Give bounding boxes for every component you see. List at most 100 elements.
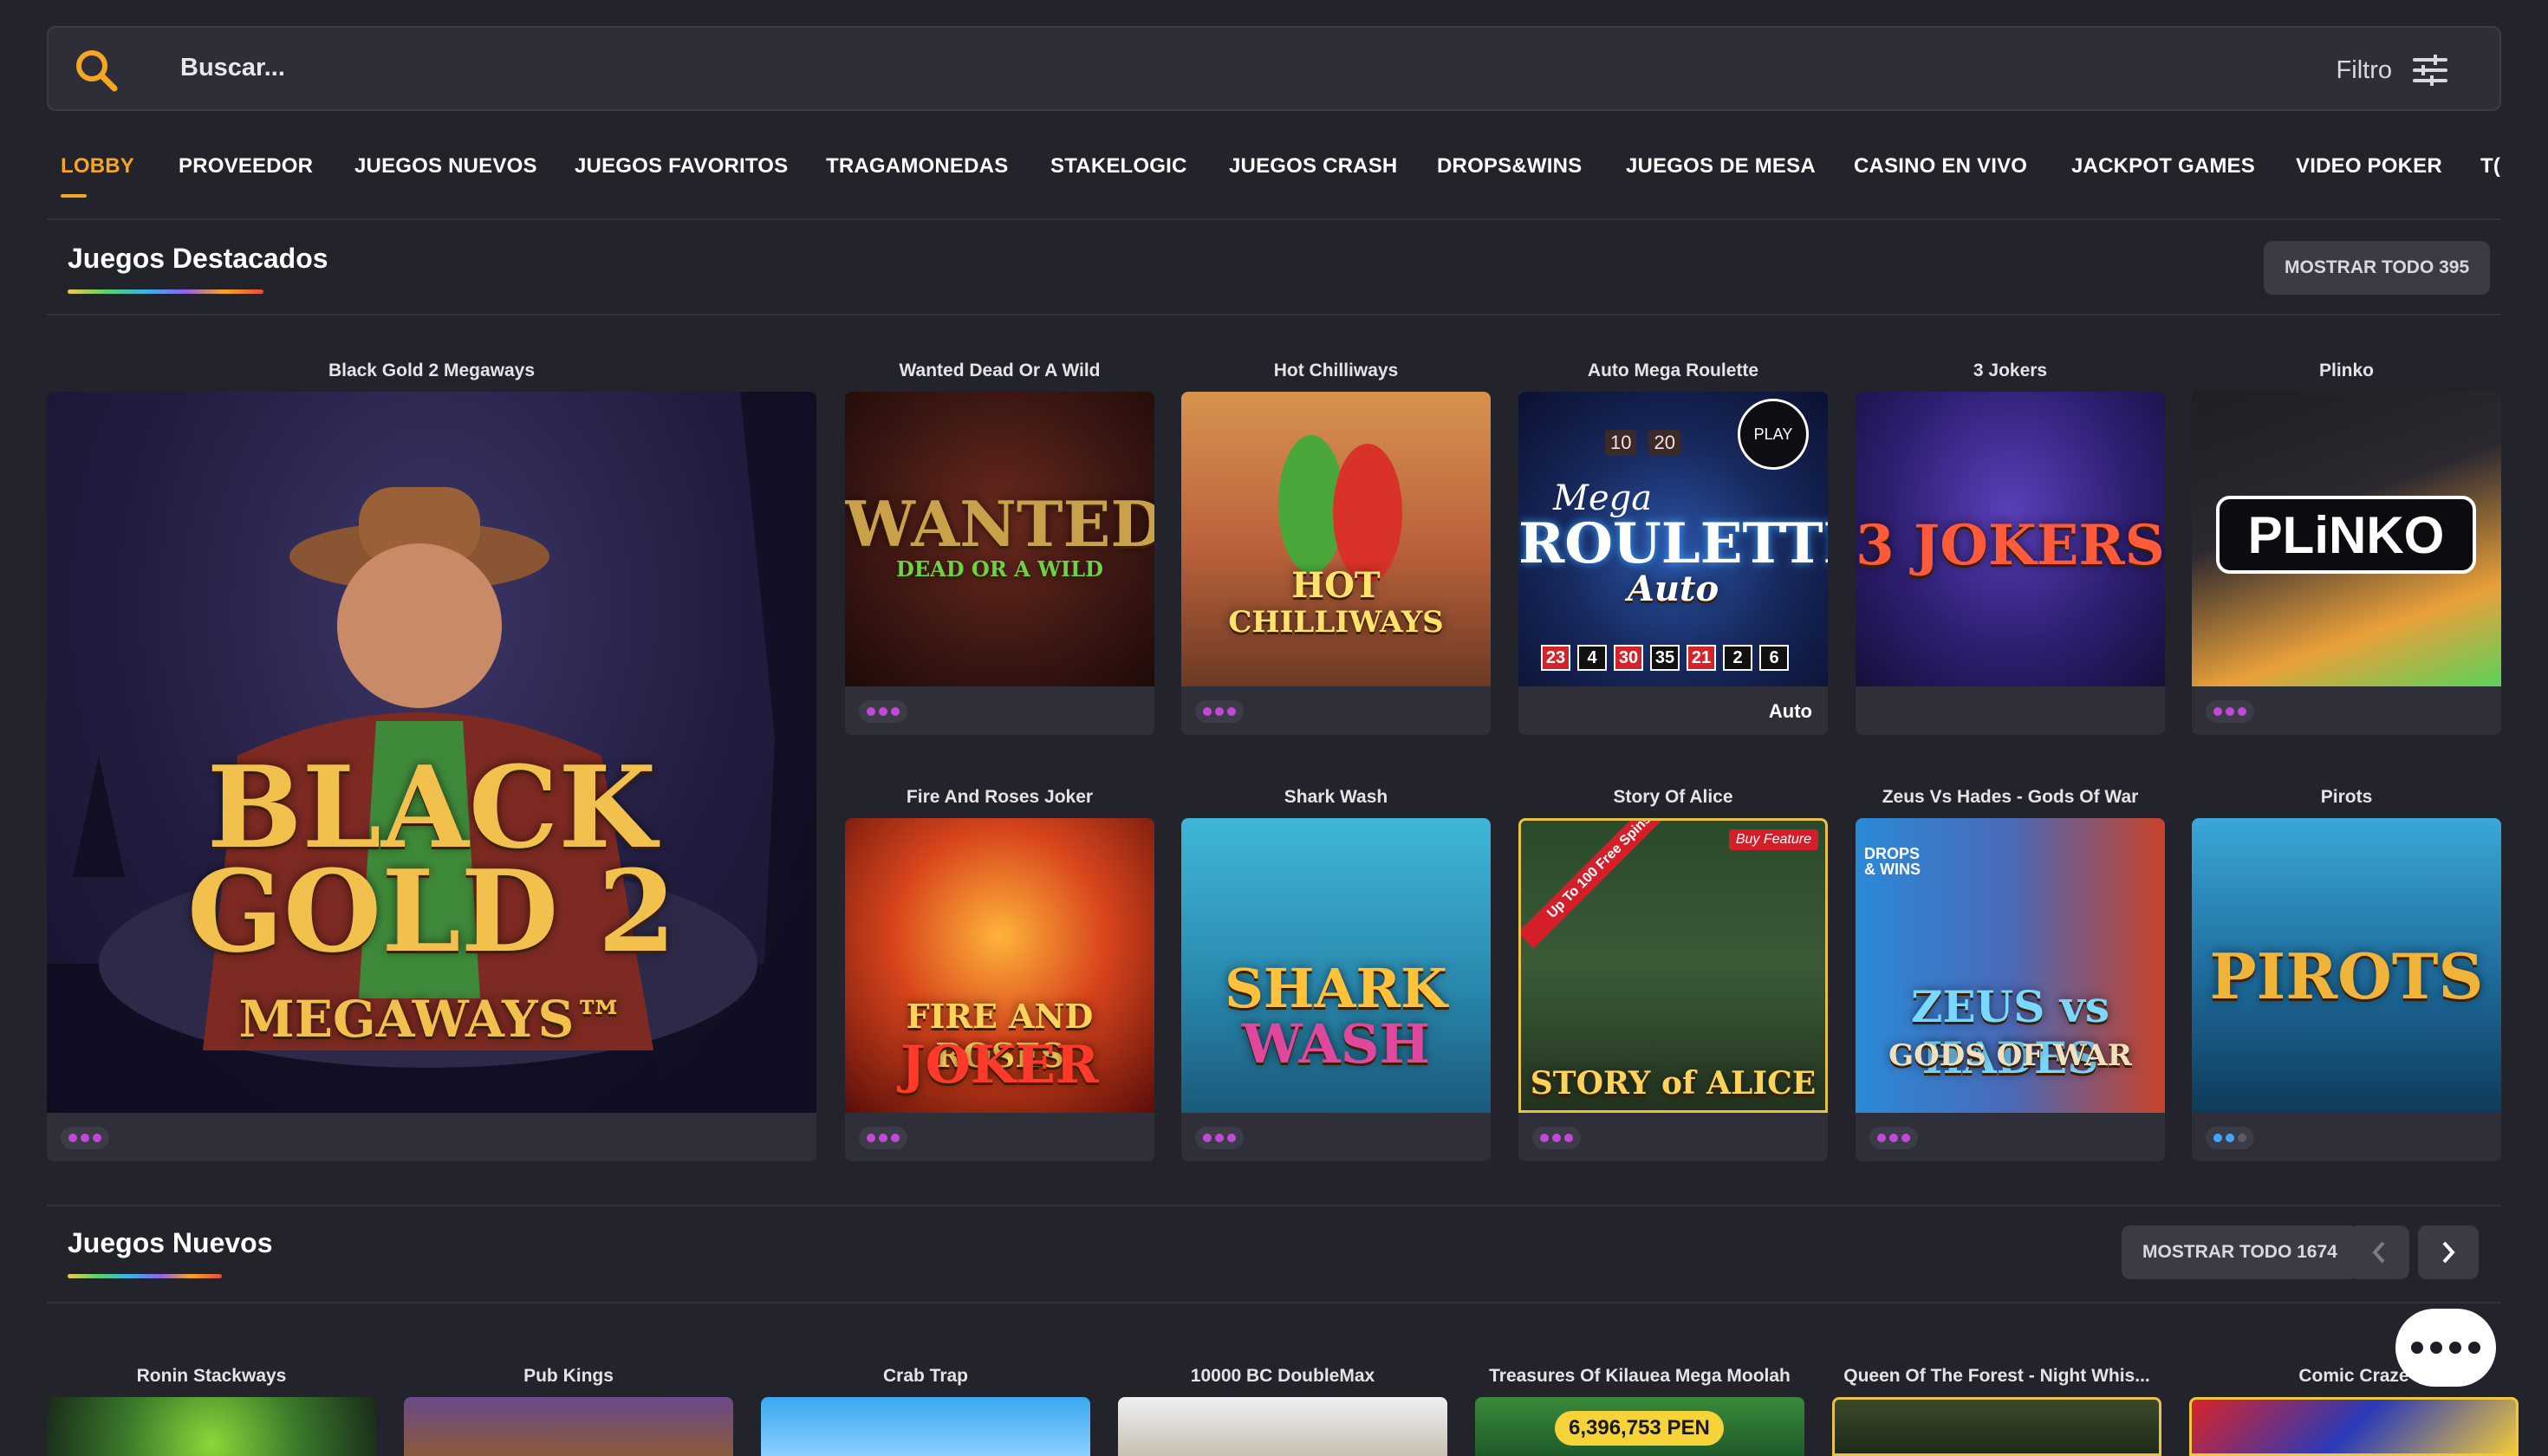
game-card-pub-kings[interactable]: Pub Kings xyxy=(404,1366,733,1456)
tab-juegos-nuevos[interactable]: JUEGOS NUEVOS xyxy=(354,154,537,179)
game-logo-sub: JOKER xyxy=(900,1035,1099,1095)
game-card-queen-of-the-forest[interactable]: Queen Of The Forest - Night Whis... xyxy=(1832,1366,2161,1456)
game-logo: HOT xyxy=(1291,565,1381,606)
game-card-treasures-of-kilauea[interactable]: Treasures Of Kilauea Mega Moolah 6,396,7… xyxy=(1475,1366,1804,1456)
game-card-3-jokers[interactable]: 3 Jokers 3 JOKERS xyxy=(1856,361,2165,735)
more-dots-icon[interactable] xyxy=(859,1127,907,1149)
search-input[interactable]: Buscar... xyxy=(180,54,285,82)
game-thumbnail[interactable]: 3 JOKERS xyxy=(1856,392,2165,686)
game-card-auto-mega-roulette[interactable]: Auto Mega Roulette 10 20 PLAY Mega ROULE… xyxy=(1518,361,1828,735)
game-thumbnail[interactable]: DROPS & WINS ZEUS vs HADES GODS OF WAR xyxy=(1856,818,2165,1113)
result-chip: 6 xyxy=(1759,645,1789,671)
game-card-story-of-alice[interactable]: Story Of Alice Up To 100 Free Spins Buy … xyxy=(1518,787,1828,1161)
filter-button[interactable]: Filtro xyxy=(2337,52,2447,88)
game-title: Crab Trap xyxy=(882,1366,969,1386)
more-dots-icon[interactable] xyxy=(2206,1127,2254,1149)
game-card-wanted[interactable]: Wanted Dead Or A Wild WANTED DEAD OR A W… xyxy=(845,361,1154,735)
tab-juegos-favoritos[interactable]: JUEGOS FAVORITOS xyxy=(575,154,788,179)
game-title: Queen Of The Forest - Night Whis... xyxy=(1843,1366,2150,1386)
game-card-10000-bc-doublemax[interactable]: 10000 BC DoubleMax xyxy=(1118,1366,1447,1456)
more-dots-icon[interactable] xyxy=(1532,1127,1581,1149)
card-footer xyxy=(2192,1113,2501,1161)
section-title-new-games: Juegos Nuevos xyxy=(68,1227,273,1258)
game-logo-sub: MEGAWAYS™ xyxy=(238,990,625,1049)
game-card-fire-and-roses-joker[interactable]: Fire And Roses Joker FIRE AND ROSES JOKE… xyxy=(845,787,1154,1161)
recent-results: 23 4 30 35 21 2 6 xyxy=(1541,645,1789,671)
card-footer: Auto xyxy=(1518,686,1828,735)
game-card-zeus-vs-hades[interactable]: Zeus Vs Hades - Gods Of War DROPS & WINS… xyxy=(1856,787,2165,1161)
result-chip: 23 xyxy=(1541,645,1570,671)
show-all-featured-button[interactable]: MOSTRAR TODO 395 xyxy=(2264,241,2491,295)
card-footer xyxy=(1181,686,1491,735)
game-card-pirots[interactable]: Pirots PIROTS xyxy=(2192,787,2501,1161)
game-logo-sub: GODS OF WAR xyxy=(1888,1038,2132,1073)
tab-more[interactable]: T( xyxy=(2480,154,2500,179)
game-thumbnail[interactable]: 6,396,753 PEN xyxy=(1475,1397,1804,1456)
buy-feature-badge: Buy Feature xyxy=(1728,829,1818,850)
game-thumbnail[interactable]: PLiNKO xyxy=(2192,392,2501,686)
show-all-new-games-button[interactable]: MOSTRAR TODO 1674 xyxy=(2122,1225,2358,1279)
game-thumbnail[interactable] xyxy=(47,1397,376,1456)
auto-badge: Auto xyxy=(1768,700,1812,722)
game-card-shark-wash[interactable]: Shark Wash SHARK WASH xyxy=(1181,787,1491,1161)
tab-tragamonedas[interactable]: TRAGAMONEDAS xyxy=(826,154,1008,179)
more-dots-icon[interactable] xyxy=(61,1127,109,1149)
tab-video-poker[interactable]: VIDEO POKER xyxy=(2296,154,2442,179)
more-dots-icon[interactable] xyxy=(2206,700,2254,723)
chevron-right-icon[interactable] xyxy=(2418,1225,2479,1279)
tab-proveedor[interactable]: PROVEEDOR xyxy=(179,154,313,179)
game-card-black-gold-2[interactable]: Black Gold 2 Megaways BLACK GOLD 2 MEGAW… xyxy=(47,361,816,1161)
game-card-hot-chilliways[interactable]: Hot Chilliways HOT CHILLIWAYS xyxy=(1181,361,1491,735)
more-dots-icon[interactable] xyxy=(859,700,907,723)
game-thumbnail[interactable] xyxy=(761,1397,1090,1456)
search-icon xyxy=(76,50,118,92)
section-title-featured: Juegos Destacados xyxy=(68,243,328,274)
tab-lobby[interactable]: LOBBY xyxy=(61,154,134,198)
game-card-comic-craze[interactable]: Comic Craze xyxy=(2189,1366,2519,1456)
tab-casino-en-vivo[interactable]: CASINO EN VIVO xyxy=(1854,154,2027,179)
game-card-plinko[interactable]: Plinko PLiNKO xyxy=(2192,361,2501,735)
more-dots-icon[interactable] xyxy=(1869,1127,1918,1149)
game-thumbnail[interactable] xyxy=(1118,1397,1447,1456)
section-underline xyxy=(68,1274,222,1278)
game-card-ronin-stackways[interactable]: Ronin Stackways xyxy=(47,1366,376,1456)
more-dots-icon[interactable] xyxy=(1195,700,1244,723)
game-logo: PLiNKO xyxy=(2216,496,2476,574)
more-dots-icon[interactable] xyxy=(1195,1127,1244,1149)
play-button[interactable]: PLAY xyxy=(1738,399,1809,470)
tab-stakelogic[interactable]: STAKELOGIC xyxy=(1050,154,1187,179)
tab-juegos-de-mesa[interactable]: JUEGOS DE MESA xyxy=(1626,154,1816,179)
game-thumbnail[interactable]: SHARK WASH xyxy=(1181,818,1491,1113)
search-bar[interactable]: Buscar... Filtro xyxy=(47,26,2501,111)
game-logo: PIROTS xyxy=(2209,939,2484,1013)
game-thumbnail[interactable]: WANTED DEAD OR A WILD xyxy=(845,392,1154,686)
game-thumbnail[interactable]: BLACK GOLD 2 MEGAWAYS™ xyxy=(47,392,816,1113)
card-footer xyxy=(845,1113,1154,1161)
game-thumbnail[interactable]: 10 20 PLAY Mega ROULETTE Auto 23 4 30 35… xyxy=(1518,392,1828,686)
tab-juegos-crash[interactable]: JUEGOS CRASH xyxy=(1229,154,1397,179)
result-chip: 35 xyxy=(1650,645,1680,671)
chat-icon[interactable] xyxy=(2395,1309,2496,1387)
category-tabs: LOBBY PROVEEDOR JUEGOS NUEVOS JUEGOS FAV… xyxy=(47,147,2501,222)
game-thumbnail[interactable]: PIROTS xyxy=(2192,818,2501,1113)
game-thumbnail[interactable] xyxy=(404,1397,733,1456)
game-logo-sub: WASH xyxy=(1241,1012,1431,1076)
game-logo: STORY of ALICE xyxy=(1530,1065,1817,1102)
game-logo-sub: CHILLIWAYS xyxy=(1228,605,1444,640)
game-thumbnail[interactable]: HOT CHILLIWAYS xyxy=(1181,392,1491,686)
result-chip: 2 xyxy=(1723,645,1752,671)
game-title: 10000 BC DoubleMax xyxy=(1190,1366,1375,1386)
game-logo: ROULETTE xyxy=(1518,511,1828,576)
game-thumbnail[interactable] xyxy=(2189,1397,2519,1456)
game-thumbnail[interactable]: Up To 100 Free Spins Buy Feature STORY o… xyxy=(1518,818,1828,1113)
play-label: PLAY xyxy=(1753,425,1793,443)
game-thumbnail[interactable] xyxy=(1832,1397,2161,1456)
game-thumbnail[interactable]: FIRE AND ROSES JOKER xyxy=(845,818,1154,1113)
tab-drops-wins[interactable]: DROPS&WINS xyxy=(1437,154,1582,179)
section-underline xyxy=(68,289,263,294)
card-footer xyxy=(1518,1113,1828,1161)
game-card-crab-trap[interactable]: Crab Trap xyxy=(761,1366,1090,1456)
tab-jackpot-games[interactable]: JACKPOT GAMES xyxy=(2071,154,2255,179)
game-title: Plinko xyxy=(2318,361,2374,380)
chevron-left-icon[interactable] xyxy=(2349,1225,2409,1279)
